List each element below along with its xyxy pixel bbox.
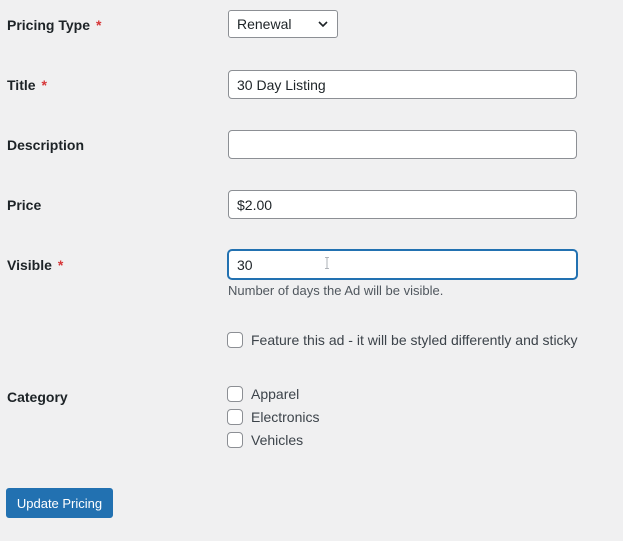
feature-ad-label: Feature this ad - it will be styled diff…	[251, 332, 578, 348]
category-option-electronics[interactable]: Electronics	[227, 409, 319, 425]
title-label-text: Title	[7, 77, 36, 93]
visible-label-text: Visible	[7, 257, 52, 273]
pricing-type-label: Pricing Type *	[7, 17, 101, 33]
required-asterisk: *	[95, 17, 102, 33]
pricing-type-selected-value: Renewal	[237, 16, 292, 32]
required-asterisk: *	[41, 77, 47, 93]
text-cursor-icon	[325, 257, 329, 269]
category-label-text: Category	[7, 389, 68, 405]
description-label: Description	[7, 137, 84, 153]
category-option-apparel[interactable]: Apparel	[227, 386, 299, 402]
feature-ad-checkbox-row[interactable]: Feature this ad - it will be styled diff…	[227, 332, 578, 348]
description-input[interactable]	[228, 130, 577, 159]
pricing-type-label-text: Pricing Type	[7, 17, 90, 33]
visible-help-text: Number of days the Ad will be visible.	[228, 283, 444, 298]
title-label: Title *	[7, 77, 47, 93]
category-checkbox[interactable]	[227, 432, 243, 448]
visible-days-input[interactable]	[228, 250, 577, 279]
category-option-label: Vehicles	[251, 432, 304, 448]
category-label: Category	[7, 389, 68, 405]
price-input[interactable]	[228, 190, 577, 219]
category-option-vehicles[interactable]: Vehicles	[227, 432, 303, 448]
category-option-label: Electronics	[251, 409, 320, 425]
chevron-down-icon	[318, 21, 328, 28]
feature-ad-checkbox[interactable]	[227, 332, 243, 348]
required-asterisk: *	[57, 257, 64, 273]
price-label-text: Price	[7, 197, 42, 213]
update-pricing-button[interactable]: Update Pricing	[6, 488, 113, 518]
title-input[interactable]	[228, 70, 577, 99]
description-label-text: Description	[7, 137, 85, 153]
pricing-form: Pricing Type * Renewal Title * Description…	[0, 0, 623, 541]
price-label: Price	[7, 197, 41, 213]
category-option-label: Apparel	[251, 386, 300, 402]
category-checkbox[interactable]	[227, 386, 243, 402]
pricing-type-select[interactable]: Renewal	[228, 10, 338, 38]
visible-label: Visible *	[7, 257, 63, 273]
category-checkbox[interactable]	[227, 409, 243, 425]
